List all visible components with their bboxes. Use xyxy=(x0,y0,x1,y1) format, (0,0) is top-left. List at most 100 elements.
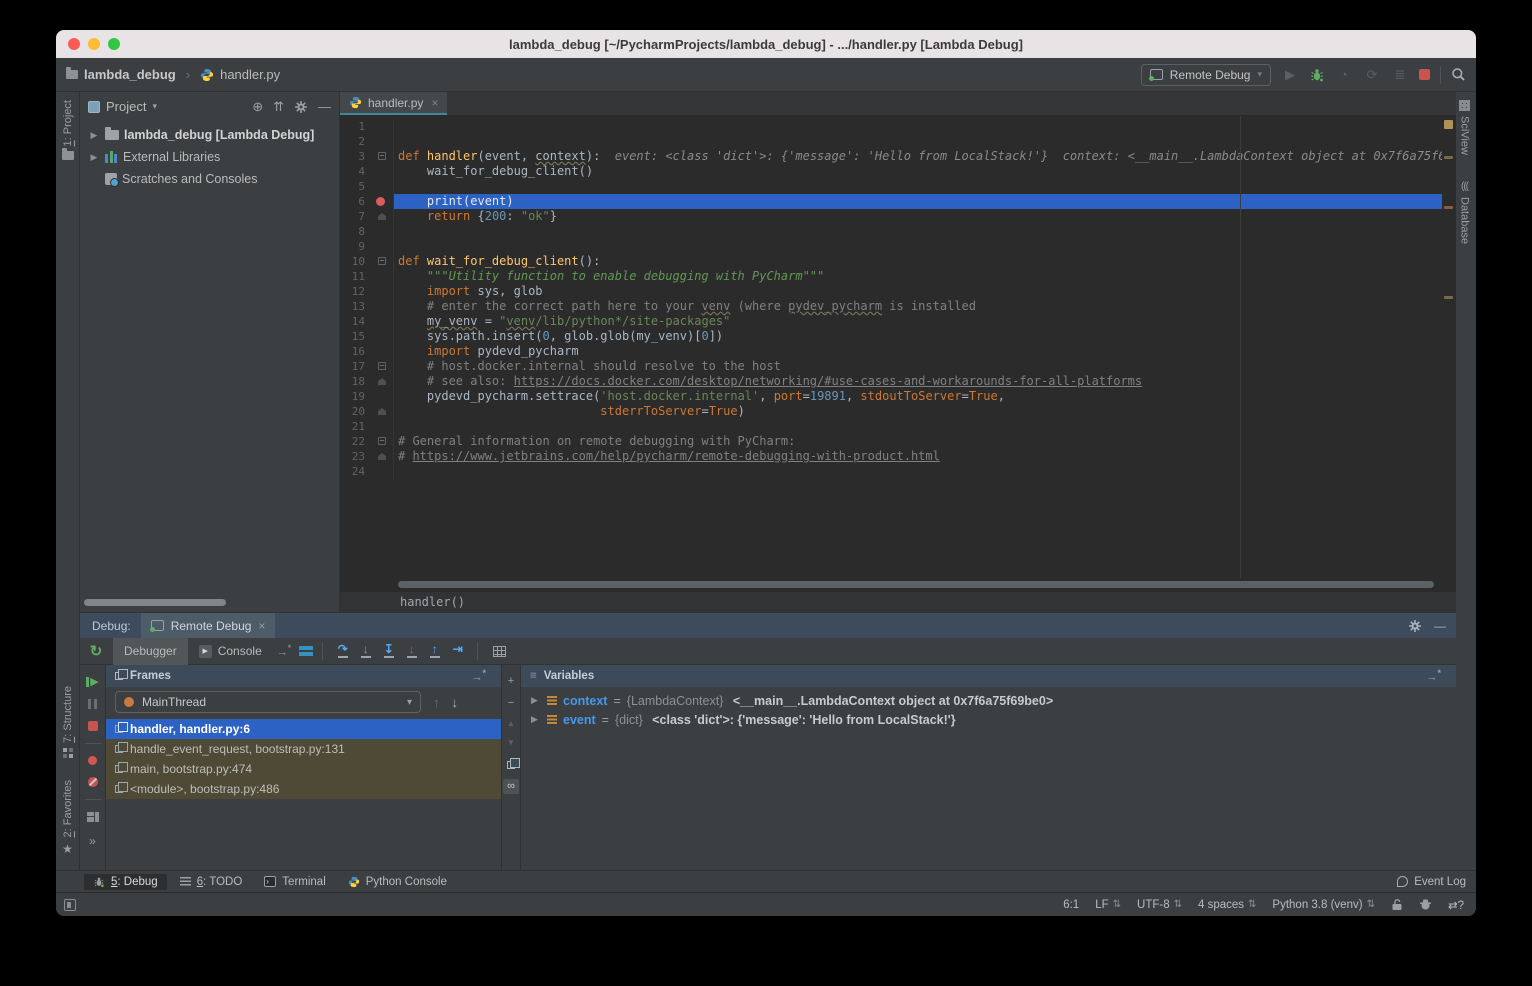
code-text[interactable] xyxy=(394,464,1442,479)
code-line-7[interactable]: 7 return {200: "ok"} xyxy=(340,209,1442,224)
code-line-16[interactable]: 16 import pydevd_pycharm xyxy=(340,344,1442,359)
run-button[interactable]: ▶ xyxy=(1281,67,1299,83)
fold-gutter[interactable] xyxy=(374,209,394,224)
fold-gutter[interactable] xyxy=(374,389,394,404)
tree-item-external[interactable]: ▶External Libraries xyxy=(80,146,339,168)
rerun-debug-button[interactable]: ↻ xyxy=(87,642,105,660)
fold-end-icon[interactable] xyxy=(378,453,386,460)
line-number[interactable]: 22 xyxy=(340,434,374,449)
toolwindow-button-pythonconsole[interactable]: Python Console xyxy=(339,874,456,890)
add-watch-button[interactable]: + xyxy=(508,675,514,687)
stripe-mark[interactable] xyxy=(1444,206,1453,209)
profiler-button[interactable]: ◔ xyxy=(1335,67,1353,82)
code-text[interactable]: import pydevd_pycharm xyxy=(394,344,1442,359)
project-panel-title[interactable]: Project xyxy=(106,99,146,114)
code-line-15[interactable]: 15 sys.path.insert(0, glob.glob(my_venv)… xyxy=(340,329,1442,344)
fold-end-icon[interactable] xyxy=(378,213,386,220)
tab-console[interactable]: ▶Console xyxy=(188,638,273,665)
stop-button[interactable] xyxy=(1419,69,1430,80)
line-number[interactable]: 21 xyxy=(340,419,374,434)
line-number[interactable]: 4 xyxy=(340,164,374,179)
code-text[interactable]: return {200: "ok"} xyxy=(394,209,1442,224)
thread-selector[interactable]: MainThread ▾ xyxy=(115,691,421,713)
code-line-18[interactable]: 18 # see also: https://docs.docker.com/d… xyxy=(340,374,1442,389)
stop-button[interactable] xyxy=(88,721,98,731)
variables-menu-icon[interactable]: ≡ xyxy=(530,670,537,682)
code-area[interactable]: 123−def handler(event, context): event: … xyxy=(340,116,1442,578)
line-number[interactable]: 3 xyxy=(340,149,374,164)
code-text[interactable] xyxy=(394,179,1442,194)
line-number[interactable]: 15 xyxy=(340,329,374,344)
fold-gutter[interactable] xyxy=(374,269,394,284)
resume-program-button[interactable]: ▶ xyxy=(86,677,98,687)
fold-gutter[interactable] xyxy=(374,224,394,239)
run-to-cursor-button[interactable]: ⇥ xyxy=(449,643,466,659)
help-arrows-icon[interactable]: ⇄? xyxy=(1448,898,1464,912)
step-into-button[interactable]: ↓ xyxy=(357,643,374,659)
editor-horizontal-scrollbar[interactable] xyxy=(398,581,1434,588)
code-text[interactable] xyxy=(394,239,1442,254)
line-number[interactable]: 9 xyxy=(340,239,374,254)
hide-panel-button[interactable]: — xyxy=(318,99,331,114)
frame-row[interactable]: handle_event_request, bootstrap.py:131 xyxy=(106,739,501,759)
pin-icon[interactable]: →* xyxy=(277,643,292,659)
fold-gutter[interactable] xyxy=(374,449,394,464)
fold-gutter[interactable] xyxy=(374,329,394,344)
run-with-list-button[interactable]: ≣ xyxy=(1391,67,1409,83)
line-number[interactable]: 7 xyxy=(340,209,374,224)
pause-program-button[interactable] xyxy=(88,699,97,709)
toolwindow-button-terminal[interactable]: ›Terminal xyxy=(255,874,334,890)
code-text[interactable] xyxy=(394,419,1442,434)
code-text[interactable]: sys.path.insert(0, glob.glob(my_venv)[0]… xyxy=(394,329,1442,344)
code-line-8[interactable]: 8 xyxy=(340,224,1442,239)
fold-gutter[interactable] xyxy=(374,284,394,299)
gear-icon[interactable] xyxy=(1408,619,1422,633)
fold-gutter[interactable]: − xyxy=(374,149,394,164)
fold-gutter[interactable] xyxy=(374,179,394,194)
code-line-12[interactable]: 12 import sys, glob xyxy=(340,284,1442,299)
breadcrumb-project[interactable]: lambda_debug xyxy=(84,67,176,82)
fold-open-icon[interactable]: − xyxy=(378,152,386,160)
fold-gutter[interactable] xyxy=(374,119,394,134)
status-4-spaces[interactable]: 4 spaces⇅ xyxy=(1198,899,1256,911)
line-number[interactable]: 23 xyxy=(340,449,374,464)
chevron-down-icon[interactable]: ▾ xyxy=(152,101,157,112)
expand-icon[interactable]: ▶ xyxy=(88,130,100,141)
show-execution-point-icon[interactable] xyxy=(299,646,313,656)
frame-row[interactable]: main, bootstrap.py:474 xyxy=(106,759,501,779)
evaluate-expression-icon[interactable] xyxy=(493,646,506,657)
status-lf[interactable]: LF⇅ xyxy=(1095,899,1121,911)
hide-debug-button[interactable]: — xyxy=(1434,619,1446,633)
code-line-1[interactable]: 1 xyxy=(340,119,1442,134)
status-utf-8[interactable]: UTF-8⇅ xyxy=(1137,899,1182,911)
close-tab-icon[interactable]: × xyxy=(431,96,438,110)
fold-open-icon[interactable]: − xyxy=(378,362,386,370)
lock-icon[interactable] xyxy=(1391,898,1403,911)
code-line-23[interactable]: 23 # https://www.jetbrains.com/help/pycha… xyxy=(340,449,1442,464)
tree-item-scratches[interactable]: Scratches and Consoles xyxy=(80,168,339,190)
code-line-20[interactable]: 20 stderrToServer=True) xyxy=(340,404,1442,419)
line-number[interactable]: 5 xyxy=(340,179,374,194)
code-line-6[interactable]: 6 print(event) xyxy=(340,194,1442,209)
locate-file-button[interactable]: ⊕ xyxy=(252,99,263,115)
variable-row[interactable]: ▶context = {LambdaContext} <__main__.Lam… xyxy=(521,691,1456,710)
code-text[interactable]: import sys, glob xyxy=(394,284,1442,299)
view-breakpoints-button[interactable] xyxy=(88,756,97,765)
code-text[interactable]: # https://www.jetbrains.com/help/pycharm… xyxy=(394,449,1442,464)
code-line-3[interactable]: 3−def handler(event, context): event: <c… xyxy=(340,149,1442,164)
error-stripe[interactable] xyxy=(1442,116,1456,578)
collapse-all-button[interactable]: ⇈ xyxy=(273,99,284,115)
stripe-mark[interactable] xyxy=(1444,156,1453,159)
breakpoint-dot[interactable] xyxy=(376,197,385,206)
expand-icon[interactable]: ▶ xyxy=(531,695,541,706)
previous-frame-button[interactable]: ↑ xyxy=(433,695,440,710)
fold-gutter[interactable] xyxy=(374,314,394,329)
variable-row[interactable]: ▶event = {dict} <class 'dict'>: {'messag… xyxy=(521,710,1456,729)
expand-icon[interactable]: ▶ xyxy=(88,152,100,163)
fold-gutter[interactable] xyxy=(374,164,394,179)
remove-watch-button[interactable]: − xyxy=(508,697,514,709)
more-actions-button[interactable]: » xyxy=(89,834,96,848)
fold-open-icon[interactable]: − xyxy=(378,437,386,445)
code-line-21[interactable]: 21 xyxy=(340,419,1442,434)
line-number[interactable]: 11 xyxy=(340,269,374,284)
